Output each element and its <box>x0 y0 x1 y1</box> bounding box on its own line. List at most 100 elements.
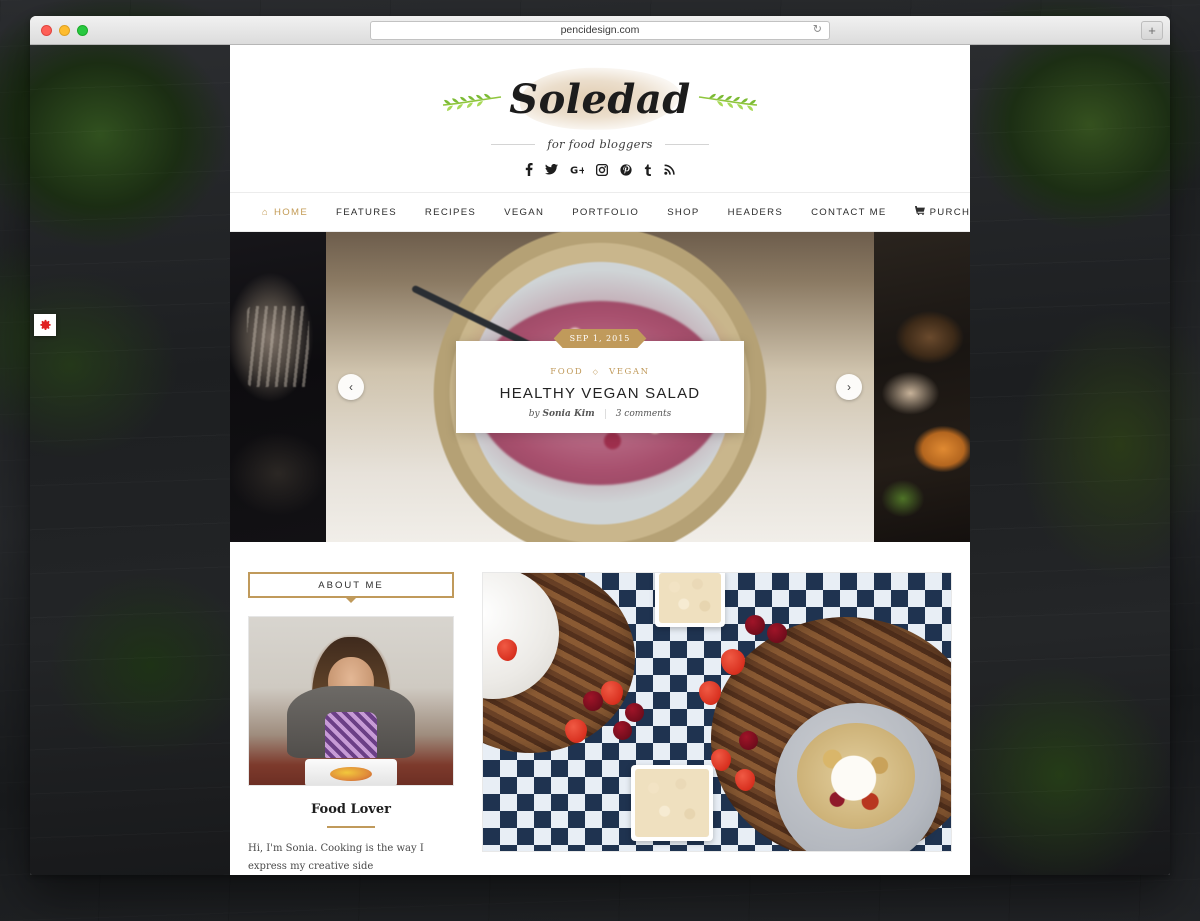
browser-window: pencidesign.com ↻ + Soledad for food blo… <box>30 16 1170 875</box>
nav-item-portfolio[interactable]: PORTFOLIO <box>558 207 653 218</box>
slider-prev-button[interactable]: ‹ <box>338 374 364 400</box>
nav-item-home[interactable]: ⌂ HOME <box>248 207 322 218</box>
feature-photo[interactable] <box>482 572 952 852</box>
strawberry <box>711 749 731 771</box>
about-me-heading-box: ABOUT ME <box>248 572 454 598</box>
cherry <box>739 731 758 750</box>
nav-item-features[interactable]: FEATURES <box>322 207 411 218</box>
nav-label: CONTACT ME <box>811 206 887 218</box>
cart-icon <box>914 206 925 218</box>
nav-item-headers[interactable]: HEADERS <box>714 207 797 218</box>
category-separator-icon: ◇ <box>592 368 600 376</box>
tumblr-icon[interactable] <box>644 163 652 176</box>
cherry <box>745 615 765 635</box>
laurel-left-icon <box>443 93 502 111</box>
strawberry <box>497 639 517 661</box>
strawberry <box>565 719 587 743</box>
nav-label: PURCHASE <box>929 206 970 218</box>
close-button[interactable] <box>41 24 52 36</box>
laurel-right-icon <box>698 93 757 111</box>
cashew-bowl-bottom <box>631 765 713 841</box>
tagline-rule-right <box>664 143 709 145</box>
cherry <box>625 703 644 722</box>
about-name: Food Lover <box>311 802 391 817</box>
slide-image-bread-basket <box>874 232 970 542</box>
strawberry <box>699 681 721 705</box>
minimize-button[interactable] <box>59 24 70 36</box>
about-me-widget: ABOUT ME Food Lover Hi, I'm Sonia. Cooki… <box>248 572 454 875</box>
nav-label: FEATURES <box>336 206 397 218</box>
slide-previous[interactable] <box>230 232 326 542</box>
slider-next-button[interactable]: › <box>836 374 862 400</box>
browser-viewport: Soledad for food bloggers G+ ⌂ HOME FEAT… <box>30 45 1170 875</box>
page-background-left <box>30 45 230 875</box>
nav-label: SHOP <box>667 206 700 218</box>
meta-divider <box>604 409 606 419</box>
twitter-icon[interactable] <box>545 163 558 176</box>
category-food[interactable]: FOOD <box>550 367 583 377</box>
url-text: pencidesign.com <box>560 24 640 36</box>
nav-item-shop[interactable]: SHOP <box>653 207 713 218</box>
facebook-icon[interactable] <box>525 163 533 176</box>
reload-icon[interactable]: ↻ <box>813 24 822 36</box>
nav-item-vegan[interactable]: VEGAN <box>490 207 558 218</box>
portrait-food <box>330 767 372 781</box>
post-meta: by Sonia Kim 3 comments <box>474 409 726 419</box>
cherry <box>613 721 632 740</box>
post-comments[interactable]: 3 comments <box>616 409 671 419</box>
home-icon: ⌂ <box>262 206 270 218</box>
slide-next[interactable] <box>874 232 970 542</box>
slide-caption-card: SEP 1, 2015 FOOD ◇ VEGAN HEALTHY VEGAN S… <box>456 341 744 433</box>
feature-image-column <box>482 572 952 875</box>
browser-titlebar: pencidesign.com ↻ + <box>30 16 1170 45</box>
chevron-right-icon: › <box>847 380 851 394</box>
chevron-left-icon: ‹ <box>349 380 353 394</box>
nav-label: HEADERS <box>727 206 784 218</box>
slide-image-dark-tools <box>230 232 326 542</box>
social-links: G+ <box>230 163 970 176</box>
by-prefix: by <box>528 409 540 419</box>
logo-text: Soledad <box>509 76 691 123</box>
google-plus-icon[interactable]: G+ <box>570 163 584 176</box>
cherry <box>583 691 603 711</box>
post-title[interactable]: HEALTHY VEGAN SALAD <box>474 385 726 402</box>
tagline-rule-left <box>491 143 536 145</box>
about-me-label: ABOUT ME <box>318 579 384 591</box>
nav-menu: ⌂ HOME FEATURES RECIPES VEGAN PORTFOLIO <box>248 206 970 218</box>
tagline-row: for food bloggers <box>230 137 970 151</box>
author-name[interactable]: Sonia Kim <box>543 409 595 419</box>
nav-item-recipes[interactable]: RECIPES <box>411 207 490 218</box>
about-divider <box>327 826 375 828</box>
strawberry <box>721 649 745 675</box>
pinterest-icon[interactable] <box>620 163 632 176</box>
post-date-badge: SEP 1, 2015 <box>554 329 647 348</box>
cashew-bowl-top <box>655 573 725 627</box>
category-vegan[interactable]: VEGAN <box>609 367 650 377</box>
portrait-apron <box>325 712 377 759</box>
zoom-button[interactable] <box>77 24 88 36</box>
new-tab-button[interactable]: + <box>1141 20 1163 40</box>
site-logo[interactable]: Soledad <box>439 67 761 130</box>
website-content: Soledad for food bloggers G+ ⌂ HOME FEAT… <box>230 45 970 875</box>
settings-toggle-button[interactable] <box>34 314 56 336</box>
strawberry <box>601 681 623 705</box>
rss-icon[interactable] <box>664 163 675 176</box>
nav-label: VEGAN <box>504 206 545 218</box>
gear-icon <box>39 319 51 330</box>
featured-slider: ‹ › SEP 1, 2015 FOOD ◇ VEGAN HEALTHY VEG… <box>230 232 970 542</box>
main-navigation: ⌂ HOME FEATURES RECIPES VEGAN PORTFOLIO <box>230 192 970 232</box>
granola-bowl <box>797 723 915 829</box>
about-section: ABOUT ME Food Lover Hi, I'm Sonia. Cooki… <box>230 542 970 875</box>
instagram-icon[interactable] <box>596 163 608 176</box>
site-header: Soledad for food bloggers G+ <box>230 45 970 192</box>
nav-item-contact-me[interactable]: CONTACT ME <box>797 207 901 218</box>
nav-item-purchase[interactable]: PURCHASE <box>901 206 970 218</box>
post-categories: FOOD ◇ VEGAN <box>474 367 726 377</box>
strawberry <box>735 769 755 791</box>
nav-label: HOME <box>274 206 309 218</box>
address-bar[interactable]: pencidesign.com ↻ <box>370 20 830 40</box>
site-tagline: for food bloggers <box>547 137 653 151</box>
about-bio-text: Hi, I'm Sonia. Cooking is the way I expr… <box>248 843 424 872</box>
page-background-right <box>970 45 1170 875</box>
about-portrait-photo <box>248 616 454 786</box>
